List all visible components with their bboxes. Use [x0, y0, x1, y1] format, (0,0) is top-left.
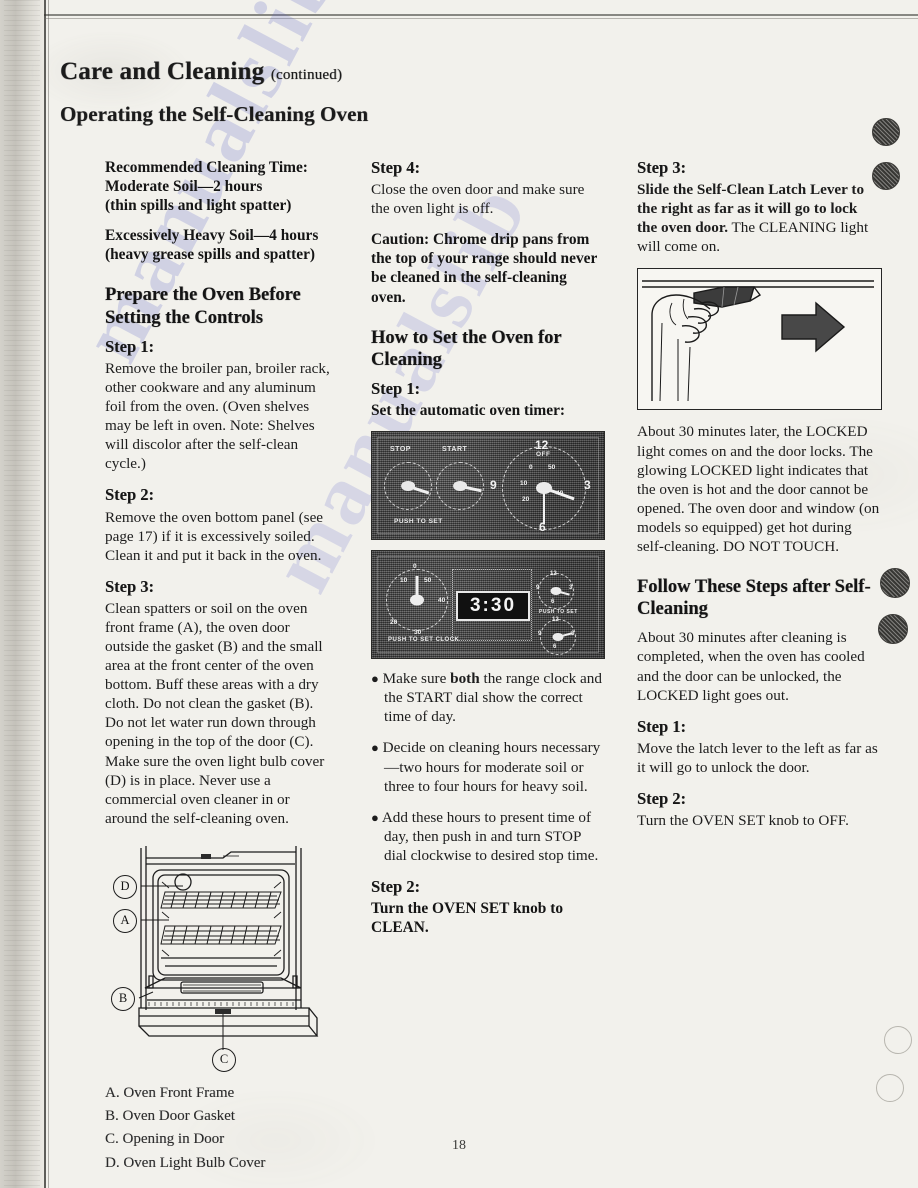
mini-upper-12: 12: [550, 571, 557, 578]
right-arrow-icon: [781, 301, 846, 353]
binder-hole: [880, 568, 910, 598]
c2-step2-text: Turn the OVEN SET knob to CLEAN.: [371, 900, 564, 937]
c3-step1-text: Move the latch lever to the left as far …: [637, 739, 878, 776]
clock-number-6: 6: [539, 520, 546, 535]
page-binding-line: [44, 0, 46, 1188]
callout-c: C: [212, 1047, 236, 1072]
how-to-set-oven-heading: How to Set the Oven for Cleaning: [371, 327, 562, 370]
control-panel-photo-timer: STOP START PUSH TO SET 12 3 6 9 OFF 0 50…: [371, 431, 605, 541]
mini-lower-9: 9: [538, 631, 542, 638]
p2-minute-mark-10: 10: [400, 577, 408, 585]
page-top-edge-secondary: [44, 18, 918, 19]
range-clock-face: [502, 446, 586, 531]
binder-hole: [878, 614, 908, 644]
p2-minute-mark-30: 30: [414, 629, 422, 637]
prepare-oven-heading: Prepare the Oven Before Setting the Cont…: [105, 285, 301, 328]
stop-dial: [384, 462, 432, 511]
p2-minute-mark-20: 20: [390, 619, 398, 627]
c1-step1-label: Step 1:: [105, 336, 155, 356]
clock-number-9: 9: [490, 478, 497, 493]
c3-step2-text: Turn the OVEN SET knob to OFF.: [637, 812, 849, 830]
mini-dial-lower: [540, 619, 576, 656]
page-binding-line-secondary: [48, 0, 49, 1188]
c3-paragraph-after-cleaning: About 30 minutes after cleaning is compl…: [637, 629, 865, 704]
column-two: Step 4: Close the oven door and make sur…: [371, 158, 605, 948]
scanned-manual-page: manualslib manualslib Care and Cleaning …: [0, 0, 918, 1188]
minute-mark-20: 20: [522, 496, 530, 504]
bullet-stop-dial: ● Add these hours to present time of day…: [371, 808, 599, 864]
stop-dial-label: STOP: [390, 446, 411, 454]
diagram-legend: A. Oven Front Frame B. Oven Door Gasket …: [105, 1082, 333, 1175]
c2-step4-label: Step 4:: [371, 158, 421, 177]
scan-gutter: [0, 0, 44, 1188]
mini-upper-3: 3: [569, 585, 573, 592]
hand-latch-drawing: [642, 280, 874, 402]
recommended-cleaning-time: Recommended Cleaning Time: Moderate Soil…: [105, 159, 308, 215]
follow-steps-heading: Follow These Steps after Self-Cleaning: [637, 576, 871, 620]
legend-item-b: B. Oven Door Gasket: [105, 1108, 235, 1125]
mini-push-to-set-label: PUSH TO SET: [539, 609, 578, 616]
c2-step1-label: Step 1:: [371, 379, 421, 399]
start-dial: [436, 462, 484, 511]
c2-step2-label: Step 2:: [371, 876, 421, 896]
start-dial-label: START: [442, 446, 468, 454]
c3-step3-label: Step 3:: [637, 158, 687, 177]
c1-step2-text: Remove the oven bottom panel (see page 1…: [105, 508, 324, 564]
c2-step1-text: Set the automatic oven timer:: [371, 402, 566, 420]
control-panel-photo-clock: 0 50 10 40 20 30 PUSH TO SET CLOCK 3:30 …: [371, 550, 605, 660]
oven-diagram: D A B C: [105, 840, 333, 1072]
column-three: Step 3: Slide the Self-Clean Latch Lever…: [637, 158, 882, 842]
c1-step1-text: Remove the broiler pan, broiler rack, ot…: [105, 359, 330, 473]
c3-step1-label: Step 1:: [637, 716, 687, 736]
page-top-edge: [44, 14, 918, 16]
page-title-suffix: (continued): [270, 67, 343, 83]
mini-upper-6: 6: [551, 599, 555, 606]
minute-mark-10: 10: [520, 480, 528, 488]
heavy-soil-cleaning-time: Excessively Heavy Soil—4 hours (heavy gr…: [105, 227, 319, 264]
p2-minute-mark-40: 40: [438, 597, 446, 605]
minute-mark-0: 0: [529, 464, 533, 472]
binder-hole-faint: [884, 1026, 912, 1054]
bullet-range-clock: ● Make sure both the range clock and the…: [371, 670, 602, 726]
page-title: Care and Cleaning (continued): [60, 58, 880, 86]
clock-number-12: 12: [535, 438, 549, 453]
legend-item-d: D. Oven Light Bulb Cover: [105, 1154, 266, 1171]
column-one: Recommended Cleaning Time: Moderate Soil…: [105, 158, 333, 1175]
c1-step3-text: Clean spatters or soil on the oven front…: [105, 599, 325, 827]
c3-step2-label: Step 2:: [637, 788, 687, 808]
c3-paragraph-locked-light: About 30 minutes later, the LOCKED light…: [637, 423, 880, 555]
mini-lower-6: 6: [553, 644, 557, 651]
c1-step3-label: Step 3:: [105, 576, 155, 596]
push-to-set-label: PUSH TO SET: [394, 518, 443, 526]
page-title-text: Care and Cleaning: [60, 58, 265, 85]
clock-number-3: 3: [584, 478, 591, 493]
binder-hole-faint: [876, 1074, 904, 1102]
section-heading: Operating the Self-Cleaning Oven: [60, 102, 369, 126]
p2-minute-mark-50: 50: [424, 577, 432, 585]
p2-minute-mark-0: 0: [413, 563, 417, 571]
clock-display: 3:30: [456, 591, 530, 622]
legend-item-a: A. Oven Front Frame: [105, 1084, 235, 1101]
callout-a: A: [113, 908, 137, 933]
mini-dial-upper: [538, 573, 574, 610]
minute-mark-50: 50: [548, 464, 556, 472]
callout-d: D: [113, 874, 137, 899]
mini-lower-3: 3: [571, 631, 575, 638]
push-to-set-clock-label: PUSH TO SET CLOCK: [388, 637, 460, 644]
latch-lever-illustration: [637, 268, 882, 411]
c1-step2-label: Step 2:: [105, 485, 155, 505]
oven-illustration: [138, 845, 319, 1050]
caution-note: Caution: Chrome drip pans from the top o…: [371, 231, 598, 306]
bullet-cleaning-hours: ● Decide on cleaning hours necessary—two…: [371, 739, 601, 795]
c3-step3-text: Slide the Self-Clean Latch Lever to the …: [637, 181, 869, 256]
off-label: OFF: [536, 451, 551, 459]
minute-mark-40: 40: [556, 490, 564, 498]
c2-step4-text: Close the oven door and make sure the ov…: [371, 181, 585, 218]
callout-b: B: [111, 986, 135, 1011]
page-number: 18: [452, 1138, 466, 1153]
mini-lower-12: 12: [552, 617, 559, 624]
mini-upper-9: 9: [536, 585, 540, 592]
